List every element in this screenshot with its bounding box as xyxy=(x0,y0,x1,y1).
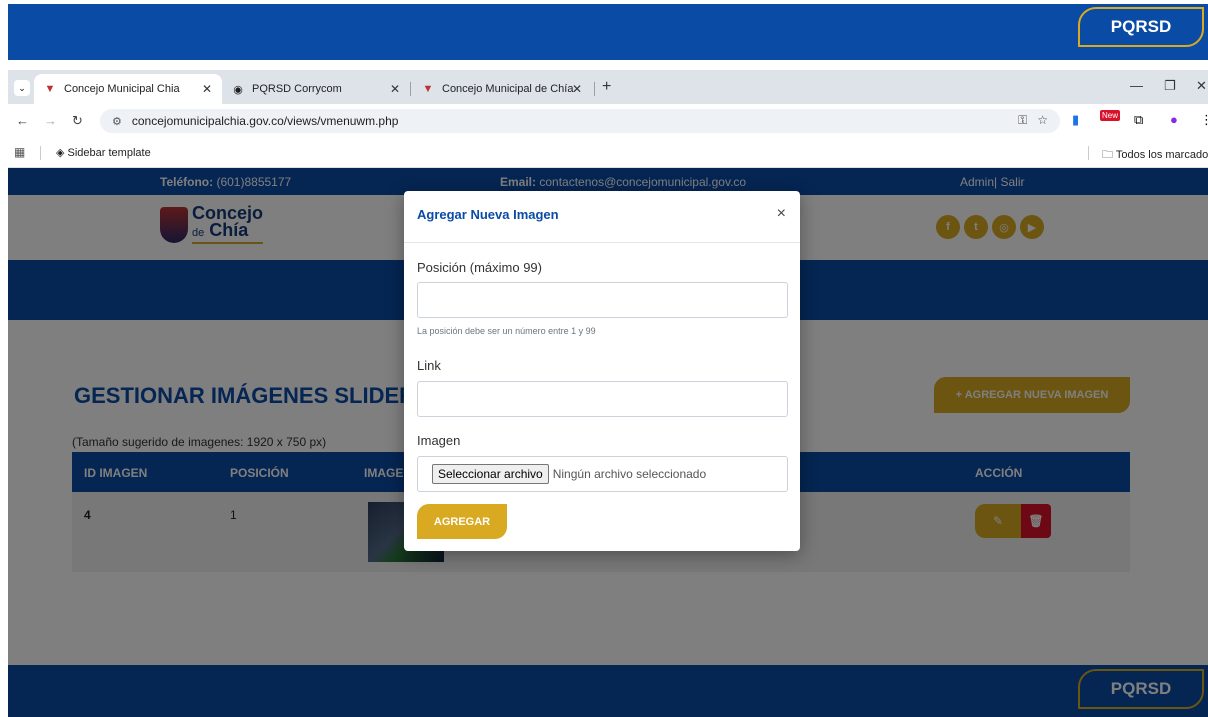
tab-strip: ⌄ ▼ Concejo Municipal Chia ✕ ◉ PQRSD Cor… xyxy=(8,70,1208,104)
tab-close-icon[interactable]: ✕ xyxy=(572,82,582,96)
extension-icon[interactable]: ▮ xyxy=(1072,112,1079,128)
position-input[interactable] xyxy=(417,282,788,318)
new-tab-icon[interactable]: + xyxy=(602,78,611,96)
bookmarks-bar: ▦ ◈ Sidebar template 🗀 Todos los marcado… xyxy=(8,138,1208,168)
puzzle-extensions-icon[interactable]: ⧉ xyxy=(1134,112,1143,128)
link-label: Link xyxy=(417,358,441,373)
reload-icon[interactable]: ↻ xyxy=(72,113,83,129)
bookmark-separator xyxy=(1088,146,1089,160)
tab-pqrsd-corrycom[interactable]: ◉ PQRSD Corrycom ✕ xyxy=(222,74,410,104)
bookmark-separator xyxy=(40,146,41,160)
menu-dots-icon[interactable]: ⋮ xyxy=(1200,112,1208,128)
tab-concejo-municipal-chia[interactable]: ▼ Concejo Municipal Chia ✕ xyxy=(34,74,222,104)
modal-title: Agregar Nueva Imagen xyxy=(417,207,559,222)
address-bar-row: ← → ↻ ⚙ concejomunicipalchia.gov.co/view… xyxy=(8,104,1208,138)
outer-top-banner: PQRSD xyxy=(0,0,1208,62)
add-image-modal: Agregar Nueva Imagen × Posición (máximo … xyxy=(404,191,800,551)
shield-favicon-icon: ▼ xyxy=(44,83,56,95)
tab-label: Concejo Municipal de Chía xyxy=(442,83,574,95)
forward-icon[interactable]: → xyxy=(44,113,57,128)
apps-grid-icon[interactable]: ▦ xyxy=(14,145,25,159)
globe-favicon-icon: ◉ xyxy=(233,83,243,96)
position-help-text: La posición debe ser un número entre 1 y… xyxy=(417,326,596,336)
close-icon[interactable]: × xyxy=(777,205,786,223)
tab-concejo-municipal-de-chia[interactable]: ▼ Concejo Municipal de Chía ✕ xyxy=(412,74,592,104)
submit-add-button[interactable]: AGREGAR xyxy=(417,504,507,539)
position-label: Posición (máximo 99) xyxy=(417,260,542,275)
tab-label: Concejo Municipal Chia xyxy=(64,83,180,95)
all-bookmarks[interactable]: 🗀 Todos los marcadores xyxy=(1102,146,1208,165)
codepen-icon: ◈ xyxy=(56,147,65,159)
tab-separator xyxy=(410,82,411,96)
folder-icon: 🗀 xyxy=(1102,149,1113,161)
outer-top-bar xyxy=(8,4,1208,60)
file-status: Ningún archivo seleccionado xyxy=(552,467,707,481)
choose-file-button[interactable]: Seleccionar archivo xyxy=(432,464,549,484)
pqrsd-button-top[interactable]: PQRSD xyxy=(1078,7,1204,47)
image-label: Imagen xyxy=(417,433,461,448)
bookmark-label: Sidebar template xyxy=(67,147,151,159)
new-badge-extension-icon[interactable]: New xyxy=(1100,110,1121,121)
back-icon[interactable]: ← xyxy=(16,113,29,128)
tab-separator xyxy=(594,82,595,96)
modal-header: Agregar Nueva Imagen × xyxy=(404,191,800,243)
close-window-icon[interactable]: ✕ xyxy=(1196,78,1207,94)
tab-search-icon[interactable]: ⌄ xyxy=(14,80,30,96)
url-bar[interactable]: ⚙ concejomunicipalchia.gov.co/views/vmen… xyxy=(100,109,1060,133)
url-text: concejomunicipalchia.gov.co/views/vmenuw… xyxy=(131,114,399,128)
link-input[interactable] xyxy=(417,381,788,417)
bookmark-sidebar-template[interactable]: ◈ Sidebar template xyxy=(56,146,151,159)
tab-label: PQRSD Corrycom xyxy=(252,83,342,95)
browser-chrome: ⌄ ▼ Concejo Municipal Chia ✕ ◉ PQRSD Cor… xyxy=(8,70,1208,168)
tab-close-icon[interactable]: ✕ xyxy=(202,82,212,96)
tab-close-icon[interactable]: ✕ xyxy=(390,82,400,96)
restore-icon[interactable]: ❐ xyxy=(1164,78,1176,94)
minimize-icon[interactable]: — xyxy=(1130,78,1143,93)
password-key-icon[interactable]: ⚿ ☆ xyxy=(1018,113,1048,128)
profile-avatar-icon[interactable]: ● xyxy=(1170,112,1178,127)
shield-favicon-icon: ▼ xyxy=(422,83,434,95)
image-file-input[interactable]: Seleccionar archivo Ningún archivo selec… xyxy=(417,456,788,492)
all-bookmarks-label: Todos los marcadores xyxy=(1115,149,1208,161)
site-info-icon[interactable]: ⚙ xyxy=(112,115,122,128)
